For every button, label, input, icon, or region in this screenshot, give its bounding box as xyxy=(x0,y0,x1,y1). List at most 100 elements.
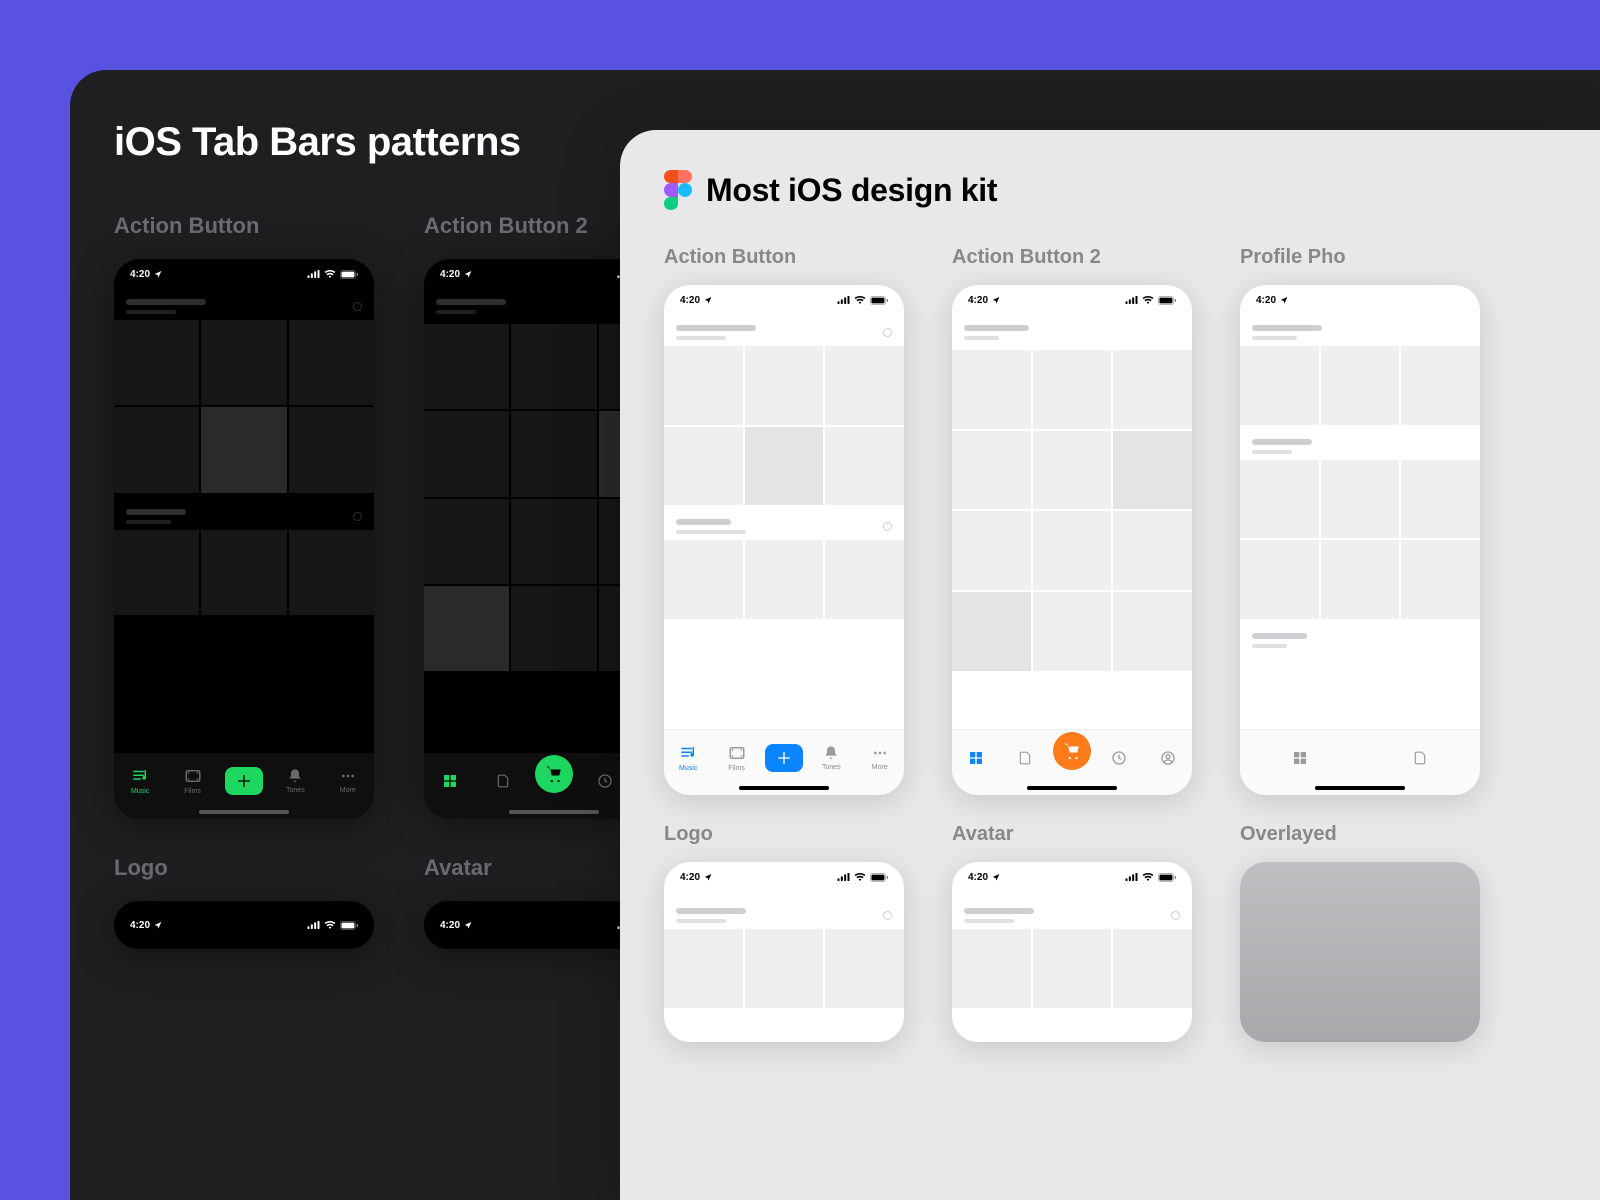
battery-icon xyxy=(1158,296,1176,305)
tab-profile[interactable] xyxy=(1148,750,1188,766)
tab-clock[interactable] xyxy=(1099,750,1139,766)
tab-tones[interactable]: Tones xyxy=(275,768,315,794)
tab-music[interactable]: Music xyxy=(120,767,160,795)
tab-more[interactable]: More xyxy=(860,745,900,771)
films-icon xyxy=(728,744,746,762)
tab-bar xyxy=(1240,729,1480,795)
music-icon xyxy=(131,767,149,785)
home-indicator[interactable] xyxy=(739,786,829,790)
tab-action-button[interactable] xyxy=(765,744,803,772)
bell-icon xyxy=(287,768,303,784)
tab-label: Music xyxy=(131,788,149,795)
grid-icon xyxy=(968,750,984,766)
tab-tones[interactable]: Tones xyxy=(811,745,851,771)
profile-icon xyxy=(1160,750,1176,766)
light-panel: Most iOS design kit Action Button 4:20 xyxy=(620,130,1600,1200)
light-col-action-button: Action Button 4:20 xyxy=(664,246,904,1042)
status-time: 4:20 xyxy=(130,269,150,280)
status-time: 4:20 xyxy=(1256,295,1276,306)
battery-icon xyxy=(870,873,888,882)
tab-cart-action[interactable] xyxy=(535,755,573,793)
tab-action-button[interactable] xyxy=(225,767,263,795)
dark-col-action-button: Action Button 4:20 xyxy=(114,213,374,949)
light-label-avatar: Avatar xyxy=(952,823,1192,846)
signal-icon xyxy=(837,873,850,881)
tab-films[interactable]: Films xyxy=(173,767,213,795)
cart-icon xyxy=(545,765,563,783)
signal-icon xyxy=(837,296,850,304)
wifi-icon xyxy=(854,296,866,304)
battery-icon xyxy=(1158,873,1176,882)
phone-light-overlayed-peek xyxy=(1240,862,1480,1042)
tab-document[interactable] xyxy=(1400,750,1440,766)
location-icon xyxy=(992,873,1000,881)
tab-document[interactable] xyxy=(1005,750,1045,766)
tab-label: More xyxy=(872,764,888,771)
phone-light-profile: 4:20 xyxy=(1240,285,1480,795)
document-icon xyxy=(496,773,510,789)
tab-grid[interactable] xyxy=(1280,750,1320,766)
wifi-icon xyxy=(324,270,336,278)
status-bar: 4:20 xyxy=(1240,285,1480,315)
status-bar: 4:20 xyxy=(114,901,374,949)
status-time: 4:20 xyxy=(680,295,700,306)
location-icon xyxy=(704,873,712,881)
signal-icon xyxy=(1125,296,1138,304)
light-label-profile: Profile Pho xyxy=(1240,246,1480,269)
wifi-icon xyxy=(854,873,866,881)
home-indicator[interactable] xyxy=(509,810,599,814)
tab-music[interactable]: Music xyxy=(668,744,708,772)
tab-label: Tones xyxy=(822,764,841,771)
clock-icon xyxy=(597,773,613,789)
tab-grid[interactable] xyxy=(430,773,470,789)
light-label-action-button: Action Button xyxy=(664,246,904,269)
status-time: 4:20 xyxy=(968,295,988,306)
status-bar: 4:20 xyxy=(952,285,1192,315)
tab-bar xyxy=(952,729,1192,795)
status-time: 4:20 xyxy=(440,269,460,280)
battery-icon xyxy=(340,270,358,279)
tab-films[interactable]: Films xyxy=(717,744,757,772)
status-time: 4:20 xyxy=(968,872,988,883)
tab-label: More xyxy=(340,787,356,794)
home-indicator[interactable] xyxy=(1315,786,1405,790)
location-icon xyxy=(1280,296,1288,304)
status-bar: 4:20 xyxy=(952,862,1192,892)
plus-icon xyxy=(776,750,792,766)
location-icon xyxy=(704,296,712,304)
phone-light-action-button-2: 4:20 xyxy=(952,285,1192,795)
tab-cart-action[interactable] xyxy=(1053,732,1091,770)
circle-indicator xyxy=(353,302,362,311)
status-bar: 4:20 xyxy=(664,862,904,892)
tab-bar: Music Films Tones More xyxy=(114,753,374,819)
tab-bar: Music Films Tones More xyxy=(664,729,904,795)
light-col-action-button-2: Action Button 2 4:20 xyxy=(952,246,1192,1042)
light-label-logo: Logo xyxy=(664,823,904,846)
status-bar: 4:20 xyxy=(114,259,374,289)
battery-icon xyxy=(340,921,358,930)
cart-icon xyxy=(1063,742,1081,760)
circle-indicator xyxy=(1171,911,1180,920)
signal-icon xyxy=(1125,873,1138,881)
plus-icon xyxy=(236,773,252,789)
phone-light-action-button: 4:20 xyxy=(664,285,904,795)
home-indicator[interactable] xyxy=(1027,786,1117,790)
more-icon xyxy=(872,745,888,761)
tab-more[interactable]: More xyxy=(328,768,368,794)
signal-icon xyxy=(307,921,320,929)
circle-indicator xyxy=(883,522,892,531)
grid-icon xyxy=(1292,750,1308,766)
location-icon xyxy=(154,921,162,929)
status-time: 4:20 xyxy=(440,920,460,931)
tab-document[interactable] xyxy=(483,773,523,789)
light-label-overlayed: Overlayed xyxy=(1240,823,1480,846)
light-col-profile-photo: Profile Pho 4:20 xyxy=(1240,246,1480,1042)
battery-icon xyxy=(870,296,888,305)
tab-grid[interactable] xyxy=(956,750,996,766)
tab-label: Films xyxy=(728,765,745,772)
light-panel-title: Most iOS design kit xyxy=(706,172,997,209)
light-label-action-button-2: Action Button 2 xyxy=(952,246,1192,269)
signal-icon xyxy=(307,270,320,278)
wifi-icon xyxy=(324,921,336,929)
home-indicator[interactable] xyxy=(199,810,289,814)
